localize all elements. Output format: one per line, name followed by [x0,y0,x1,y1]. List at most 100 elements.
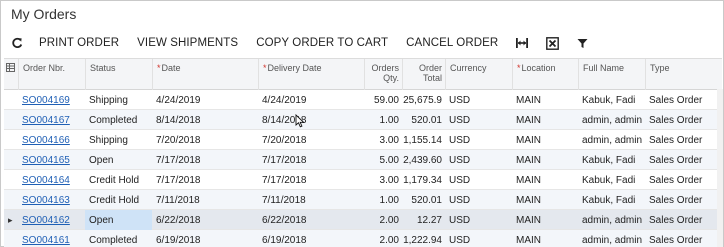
table-row[interactable]: SO004164 Credit Hold 7/17/2018 7/17/2018 3.0… [4,170,722,190]
status-cell[interactable]: Completed [85,110,152,130]
order-total-cell[interactable]: 25,675.9 [402,90,445,110]
order-nbr-link-text[interactable]: SO004165 [22,155,70,166]
status-cell[interactable]: Completed [85,230,152,247]
location-cell[interactable]: MAIN [512,90,578,110]
location-cell[interactable]: MAIN [512,170,578,190]
table-row[interactable]: SO004166 Shipping 7/20/2018 7/20/2018 3.00 1,… [4,130,722,150]
col-order-total[interactable]: Order Total [402,59,445,90]
order-total-cell[interactable]: 1,155.14 [402,130,445,150]
order-nbr-link-text[interactable]: SO004167 [22,115,70,126]
table-row[interactable]: SO004167 Completed 8/14/2018 8/14/2018 1.00 5… [4,110,722,130]
currency-cell[interactable]: USD [445,90,512,110]
col-full-name[interactable]: Full Name [578,59,645,90]
full-name-cell[interactable]: Kabuk, Fadi [578,150,645,170]
location-cell[interactable]: MAIN [512,150,578,170]
type-cell[interactable]: Sales Order [645,230,716,247]
currency-cell[interactable]: USD [445,170,512,190]
type-cell[interactable]: Sales Order [645,190,716,210]
order-nbr-link[interactable]: SO004166 [18,130,85,150]
col-location[interactable]: * Location [512,59,578,90]
col-currency[interactable]: Currency [445,59,512,90]
type-cell[interactable]: Sales Order [645,210,716,230]
grid-settings-icon[interactable] [4,59,18,90]
full-name-cell[interactable]: Kabuk, Fadi [578,170,645,190]
full-name-cell[interactable]: admin, admin [578,110,645,130]
order-nbr-link-text[interactable]: SO004169 [22,95,70,106]
order-nbr-link-text[interactable]: SO004164 [22,175,70,186]
order-nbr-link-text[interactable]: SO004166 [22,135,70,146]
currency-cell[interactable]: USD [445,150,512,170]
table-row[interactable]: SO004169 Shipping 4/24/2019 4/24/2019 59.00 2… [4,90,722,110]
status-cell[interactable]: Open [85,210,152,230]
order-nbr-link[interactable]: SO004169 [18,90,85,110]
order-nbr-link[interactable]: SO004163 [18,190,85,210]
currency-cell[interactable]: USD [445,110,512,130]
fit-columns-icon[interactable] [514,35,530,51]
type-cell[interactable]: Sales Order [645,130,716,150]
table-row[interactable]: ▸ SO004162 Open 6/22/2018 6/22/2018 2.00 12.27… [4,210,722,230]
order-total-cell[interactable]: 12.27 [402,210,445,230]
status-cell[interactable]: Credit Hold [85,190,152,210]
full-name-cell[interactable]: admin, admin [578,230,645,247]
copy-order-to-cart-button[interactable]: COPY ORDER TO CART [256,37,388,49]
status-cell[interactable]: Shipping [85,90,152,110]
delivery-date-cell[interactable]: 7/20/2018 [258,130,364,150]
order-nbr-link-text[interactable]: SO004161 [22,235,70,246]
col-order-nbr[interactable]: Order Nbr. [18,59,85,90]
delivery-date-cell[interactable]: 8/14/2018 [258,110,364,130]
full-name-cell[interactable]: Kabuk, Fadi [578,190,645,210]
date-cell[interactable]: 7/17/2018 [152,150,258,170]
date-cell[interactable]: 7/11/2018 [152,190,258,210]
order-nbr-link[interactable]: SO004161 [18,230,85,247]
delivery-date-cell[interactable]: 7/11/2018 [258,190,364,210]
order-total-cell[interactable]: 1,179.34 [402,170,445,190]
order-nbr-link[interactable]: SO004165 [18,150,85,170]
table-row[interactable]: SO004161 Completed 6/19/2018 6/19/2018 2.00 1… [4,230,722,247]
date-cell[interactable]: 7/17/2018 [152,170,258,190]
order-qty-cell[interactable]: 59.00 [364,90,402,110]
table-row[interactable]: SO004163 Credit Hold 7/11/2018 7/11/2018 1.0… [4,190,722,210]
currency-cell[interactable]: USD [445,210,512,230]
type-cell[interactable]: Sales Order [645,150,716,170]
order-nbr-link[interactable]: SO004164 [18,170,85,190]
refresh-icon[interactable] [9,35,25,51]
date-cell[interactable]: 8/14/2018 [152,110,258,130]
vertical-scrollbar[interactable] [717,89,723,247]
order-qty-cell[interactable]: 5.00 [364,150,402,170]
order-qty-cell[interactable]: 3.00 [364,130,402,150]
full-name-cell[interactable]: Kabuk, Fadi [578,90,645,110]
order-total-cell[interactable]: 520.01 [402,190,445,210]
location-cell[interactable]: MAIN [512,230,578,247]
delivery-date-cell[interactable]: 6/22/2018 [258,210,364,230]
location-cell[interactable]: MAIN [512,130,578,150]
location-cell[interactable]: MAIN [512,210,578,230]
status-cell[interactable]: Shipping [85,130,152,150]
type-cell[interactable]: Sales Order [645,110,716,130]
order-total-cell[interactable]: 1,222.94 [402,230,445,247]
order-nbr-link-text[interactable]: SO004162 [22,215,70,226]
order-nbr-link-text[interactable]: SO004163 [22,195,70,206]
type-cell[interactable]: Sales Order [645,170,716,190]
order-qty-cell[interactable]: 1.00 [364,110,402,130]
delivery-date-cell[interactable]: 6/19/2018 [258,230,364,247]
order-qty-cell[interactable]: 2.00 [364,210,402,230]
col-delivery-date[interactable]: * Delivery Date [258,59,364,90]
date-cell[interactable]: 6/19/2018 [152,230,258,247]
export-excel-icon[interactable] [544,35,560,51]
delivery-date-cell[interactable]: 4/24/2019 [258,90,364,110]
currency-cell[interactable]: USD [445,230,512,247]
full-name-cell[interactable]: admin, admin [578,130,645,150]
currency-cell[interactable]: USD [445,190,512,210]
date-cell[interactable]: 6/22/2018 [152,210,258,230]
status-cell[interactable]: Open [85,150,152,170]
col-status[interactable]: Status [85,59,152,90]
status-cell[interactable]: Credit Hold [85,170,152,190]
location-cell[interactable]: MAIN [512,110,578,130]
order-total-cell[interactable]: 520.01 [402,110,445,130]
date-cell[interactable]: 7/20/2018 [152,130,258,150]
order-qty-cell[interactable]: 1.00 [364,190,402,210]
col-date[interactable]: * Date [152,59,258,90]
table-row[interactable]: SO004165 Open 7/17/2018 7/17/2018 5.00 2,439.… [4,150,722,170]
cancel-order-button[interactable]: CANCEL ORDER [406,37,498,49]
col-order-qty[interactable]: Orders Qty. [364,59,402,90]
